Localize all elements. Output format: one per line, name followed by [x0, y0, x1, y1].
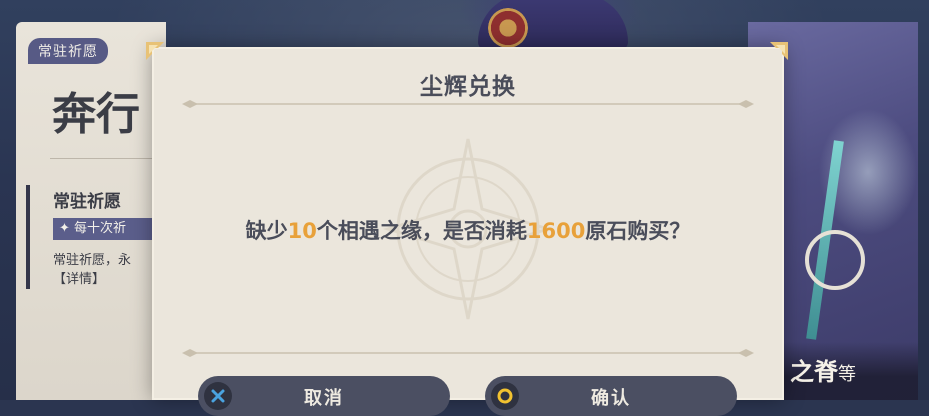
banner-description: 常驻祈愿，永	[53, 253, 132, 268]
banner-tag[interactable]: 常驻祈愿	[28, 38, 108, 64]
decorative-divider	[182, 100, 754, 108]
cancel-button[interactable]: 取消	[198, 376, 450, 416]
dialog-title: 尘辉兑换	[420, 74, 516, 100]
primogem-cost: 1600	[526, 219, 586, 243]
corner-ornament-icon	[770, 42, 788, 60]
banner-chip: ✦ 每十次祈	[53, 218, 163, 240]
banner-accent-bar	[26, 185, 30, 289]
corner-ornament-icon	[146, 42, 164, 60]
weapon-name: 之脊等	[790, 352, 856, 387]
hat-emblem-icon	[488, 8, 528, 48]
missing-count: 10	[287, 219, 317, 243]
confirm-button-label: 确认	[591, 388, 631, 409]
weapon-name-text: 之脊	[790, 357, 838, 386]
message-prefix: 缺少	[245, 219, 288, 243]
sword-hilt-icon	[805, 230, 865, 290]
banner-divider	[50, 158, 160, 159]
cancel-button-label: 取消	[304, 388, 344, 409]
decorative-divider-bottom	[182, 349, 754, 357]
message-suffix: 原石购买？	[585, 219, 691, 243]
banner-title: 奔行	[52, 89, 140, 140]
message-middle: 个相遇之缘，是否消耗	[316, 219, 527, 243]
dialog-message: 缺少10个相遇之缘，是否消耗1600原石购买？	[152, 215, 784, 245]
confirm-button[interactable]: 确认	[485, 376, 737, 416]
exchange-dialog: 尘辉兑换 缺少10个相遇之缘，是否消耗1600原石购买？	[152, 47, 784, 400]
details-link[interactable]: 【详情】	[53, 268, 105, 287]
weapon-name-suffix: 等	[838, 364, 856, 385]
banner-subtitle: 常驻祈愿	[53, 192, 121, 212]
